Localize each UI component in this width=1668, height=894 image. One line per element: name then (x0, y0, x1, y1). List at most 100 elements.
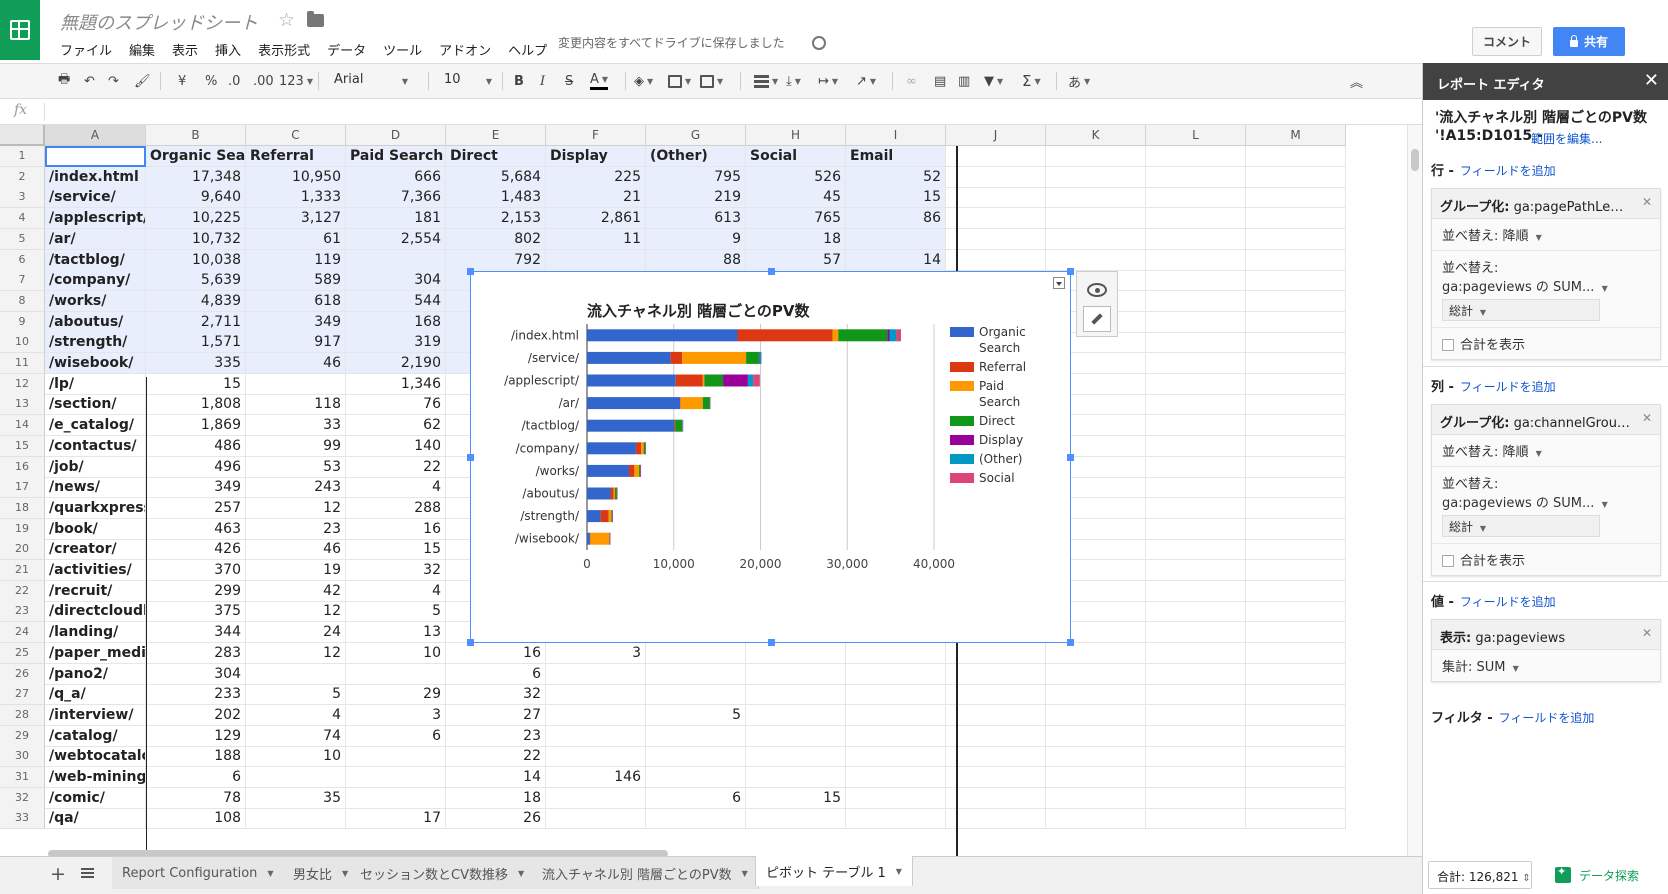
sheet-tab[interactable]: 流入チャネル別 階層ごとのPV数 ▼ (532, 857, 759, 889)
cell[interactable]: 32 (446, 684, 546, 706)
cell[interactable] (1246, 518, 1346, 540)
cell[interactable] (546, 808, 646, 830)
cell[interactable]: 12 (246, 642, 346, 664)
cell[interactable] (1146, 808, 1246, 830)
cell[interactable] (846, 787, 946, 809)
sum-indicator[interactable]: 合計: 126,821 ⇕ (1428, 861, 1532, 889)
cell[interactable]: /contactus/ (45, 435, 146, 457)
chevron-down-icon[interactable]: ▼ (518, 869, 524, 878)
cell[interactable]: 15 (146, 373, 246, 395)
cell[interactable]: 45 (746, 187, 846, 209)
print-icon[interactable]: 🖶 (58, 72, 70, 90)
cell[interactable]: 18 (746, 228, 846, 250)
cell[interactable] (1146, 290, 1246, 312)
cell[interactable]: 349 (246, 311, 346, 333)
cell[interactable] (346, 767, 446, 788)
cell[interactable] (746, 746, 846, 768)
cell[interactable] (646, 746, 746, 768)
cell[interactable] (1246, 684, 1346, 706)
cell[interactable]: 2,554 (346, 228, 446, 250)
italic-button[interactable]: I (540, 72, 545, 90)
cell[interactable]: 4 (346, 477, 446, 499)
cell[interactable]: Social (746, 146, 846, 167)
column-header-l[interactable]: L (1146, 125, 1246, 146)
row-header[interactable]: 9 (0, 311, 45, 333)
menu-help[interactable]: ヘルプ (508, 40, 547, 59)
wrap-icon[interactable]: ↦ ▼ (818, 72, 838, 90)
cell[interactable] (1046, 228, 1146, 250)
cell[interactable]: 118 (246, 394, 346, 416)
cell[interactable] (1146, 208, 1246, 230)
cell[interactable]: 21 (546, 187, 646, 209)
column-header-c[interactable]: C (246, 125, 346, 146)
cell[interactable]: 5,684 (446, 166, 546, 188)
cell[interactable] (1246, 808, 1346, 830)
cell[interactable] (846, 704, 946, 726)
cell[interactable] (346, 249, 446, 271)
cell[interactable] (1246, 249, 1346, 271)
cell[interactable] (1246, 435, 1346, 457)
cell[interactable]: /e_catalog/ (45, 415, 146, 437)
cell[interactable]: 4,839 (146, 290, 246, 312)
cell[interactable]: 129 (146, 725, 246, 747)
cell[interactable]: 13 (346, 622, 446, 644)
cell[interactable]: 5 (646, 704, 746, 726)
cell[interactable] (546, 684, 646, 706)
cell[interactable]: 1,333 (246, 187, 346, 209)
cell[interactable]: 57 (746, 249, 846, 271)
cell[interactable]: 46 (246, 353, 346, 374)
cell[interactable] (846, 746, 946, 768)
cell[interactable]: 10 (346, 642, 446, 664)
cell[interactable] (346, 787, 446, 809)
add-sheet-button[interactable]: + (50, 863, 66, 885)
cell[interactable] (1146, 270, 1246, 292)
cell[interactable]: /paper_mediu (45, 642, 146, 664)
cell[interactable] (946, 146, 1046, 167)
cell[interactable]: 589 (246, 270, 346, 292)
cell[interactable] (946, 725, 1046, 747)
cell[interactable]: /comic/ (45, 787, 146, 809)
cell[interactable] (246, 767, 346, 788)
row-header[interactable]: 33 (0, 808, 45, 830)
cell[interactable]: 14 (846, 249, 946, 271)
cell[interactable]: Direct (446, 146, 546, 167)
valign-icon[interactable]: ⤓ ▼ (786, 72, 801, 90)
column-header-i[interactable]: I (846, 125, 946, 146)
cell[interactable] (946, 767, 1046, 788)
close-icon[interactable]: ✕ (1644, 70, 1659, 91)
cell[interactable]: 219 (646, 187, 746, 209)
cell[interactable]: 1,483 (446, 187, 546, 209)
cell[interactable] (1146, 435, 1246, 457)
sort-by-select[interactable]: ga:pageviews の SUM... ▼ (1442, 276, 1650, 295)
cell[interactable]: 42 (246, 580, 346, 602)
rotate-icon[interactable]: ↗ ▼ (856, 72, 876, 90)
cell[interactable]: 17,348 (146, 166, 246, 188)
cell[interactable]: 1,808 (146, 394, 246, 416)
cell[interactable]: /works/ (45, 290, 146, 312)
cell[interactable] (1046, 787, 1146, 809)
menu-insert[interactable]: 挿入 (215, 40, 241, 59)
cell[interactable]: /news/ (45, 477, 146, 499)
borders-icon[interactable]: ▼ (668, 72, 691, 90)
cell[interactable]: 88 (646, 249, 746, 271)
sort-by-select[interactable]: ga:pageviews の SUM... ▼ (1442, 492, 1650, 511)
input-tools-button[interactable]: あ ▼ (1068, 72, 1090, 91)
menu-format[interactable]: 表示形式 (258, 40, 310, 59)
column-header-m[interactable]: M (1246, 125, 1346, 146)
cell[interactable]: 765 (746, 208, 846, 230)
cell[interactable] (1246, 373, 1346, 395)
row-header[interactable]: 27 (0, 684, 45, 706)
cell[interactable] (846, 767, 946, 788)
cell[interactable]: 344 (146, 622, 246, 644)
sheet-tab[interactable]: Report Configuration ▼ (112, 857, 285, 889)
show-total-row[interactable]: 合計を表示 (1432, 544, 1660, 575)
cell[interactable]: 917 (246, 332, 346, 354)
cell[interactable] (546, 725, 646, 747)
show-total-checkbox[interactable] (1442, 555, 1454, 567)
cell[interactable]: 257 (146, 497, 246, 519)
cell[interactable]: /section/ (45, 394, 146, 416)
cell[interactable]: 5 (346, 601, 446, 623)
collapse-icon[interactable]: ︽ (1350, 72, 1363, 91)
row-header[interactable]: 3 (0, 187, 45, 209)
cell[interactable] (646, 725, 746, 747)
